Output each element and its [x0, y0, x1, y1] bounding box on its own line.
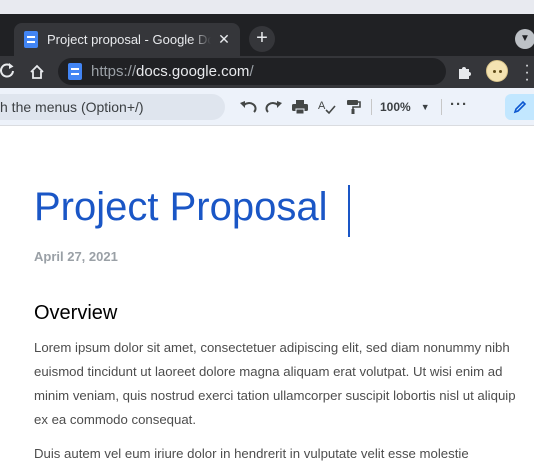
close-icon[interactable]: ✕ — [216, 31, 232, 48]
toolbar-divider — [371, 99, 372, 115]
url-text: https://docs.google.com/ — [91, 63, 254, 80]
browser-tab-bar: Project proposal - Google Docs ✕ + ▼ — [0, 14, 534, 56]
edit-pencil-icon — [513, 100, 527, 114]
undo-icon[interactable] — [237, 96, 259, 118]
document-title: Project Proposal — [34, 185, 328, 229]
profile-avatar[interactable] — [486, 60, 508, 82]
redo-icon[interactable] — [263, 96, 285, 118]
section-heading: Overview — [34, 302, 118, 324]
spellcheck-icon[interactable]: A — [316, 96, 338, 118]
google-docs-icon — [68, 63, 82, 80]
paragraph: Lorem ipsum dolor sit amet, consectetuer… — [34, 340, 516, 427]
browser-menu-icon[interactable]: · · · — [522, 58, 532, 88]
more-options-icon[interactable]: ··· — [450, 96, 468, 113]
paragraph: Duis autem vel eum iriure dolor in hendr… — [34, 446, 469, 461]
reload-icon[interactable] — [0, 61, 16, 86]
text-cursor — [348, 185, 350, 237]
svg-text:A: A — [318, 100, 326, 112]
paint-format-icon[interactable] — [342, 96, 364, 118]
print-icon[interactable] — [289, 96, 311, 118]
docs-toolbar: h the menus (Option+/) A 100% ▼ ··· — [0, 88, 534, 126]
google-docs-icon — [24, 31, 38, 48]
zoom-select[interactable]: 100% ▼ — [380, 96, 430, 118]
search-menus-input[interactable]: h the menus (Option+/) — [0, 94, 225, 120]
tab-title: Project proposal - Google Docs — [47, 32, 211, 47]
zoom-value: 100% — [380, 100, 411, 114]
document-page[interactable]: Project Proposal April 27, 2021 Overview… — [0, 127, 534, 462]
window-titlebar — [0, 0, 534, 14]
chevron-down-icon: ▼ — [420, 102, 430, 112]
browser-navigation-bar: https://docs.google.com/ · · · — [0, 56, 534, 88]
address-bar[interactable]: https://docs.google.com/ — [58, 58, 446, 85]
browser-tab-project-proposal[interactable]: Project proposal - Google Docs ✕ — [14, 23, 240, 56]
extensions-puzzle-icon[interactable] — [456, 63, 474, 81]
home-icon[interactable] — [28, 63, 46, 81]
tab-search-icon[interactable]: ▼ — [515, 29, 534, 49]
document-date: April 27, 2021 — [34, 249, 118, 264]
editing-mode-button[interactable] — [505, 94, 534, 120]
toolbar-divider — [441, 99, 442, 115]
new-tab-button[interactable]: + — [249, 26, 275, 52]
